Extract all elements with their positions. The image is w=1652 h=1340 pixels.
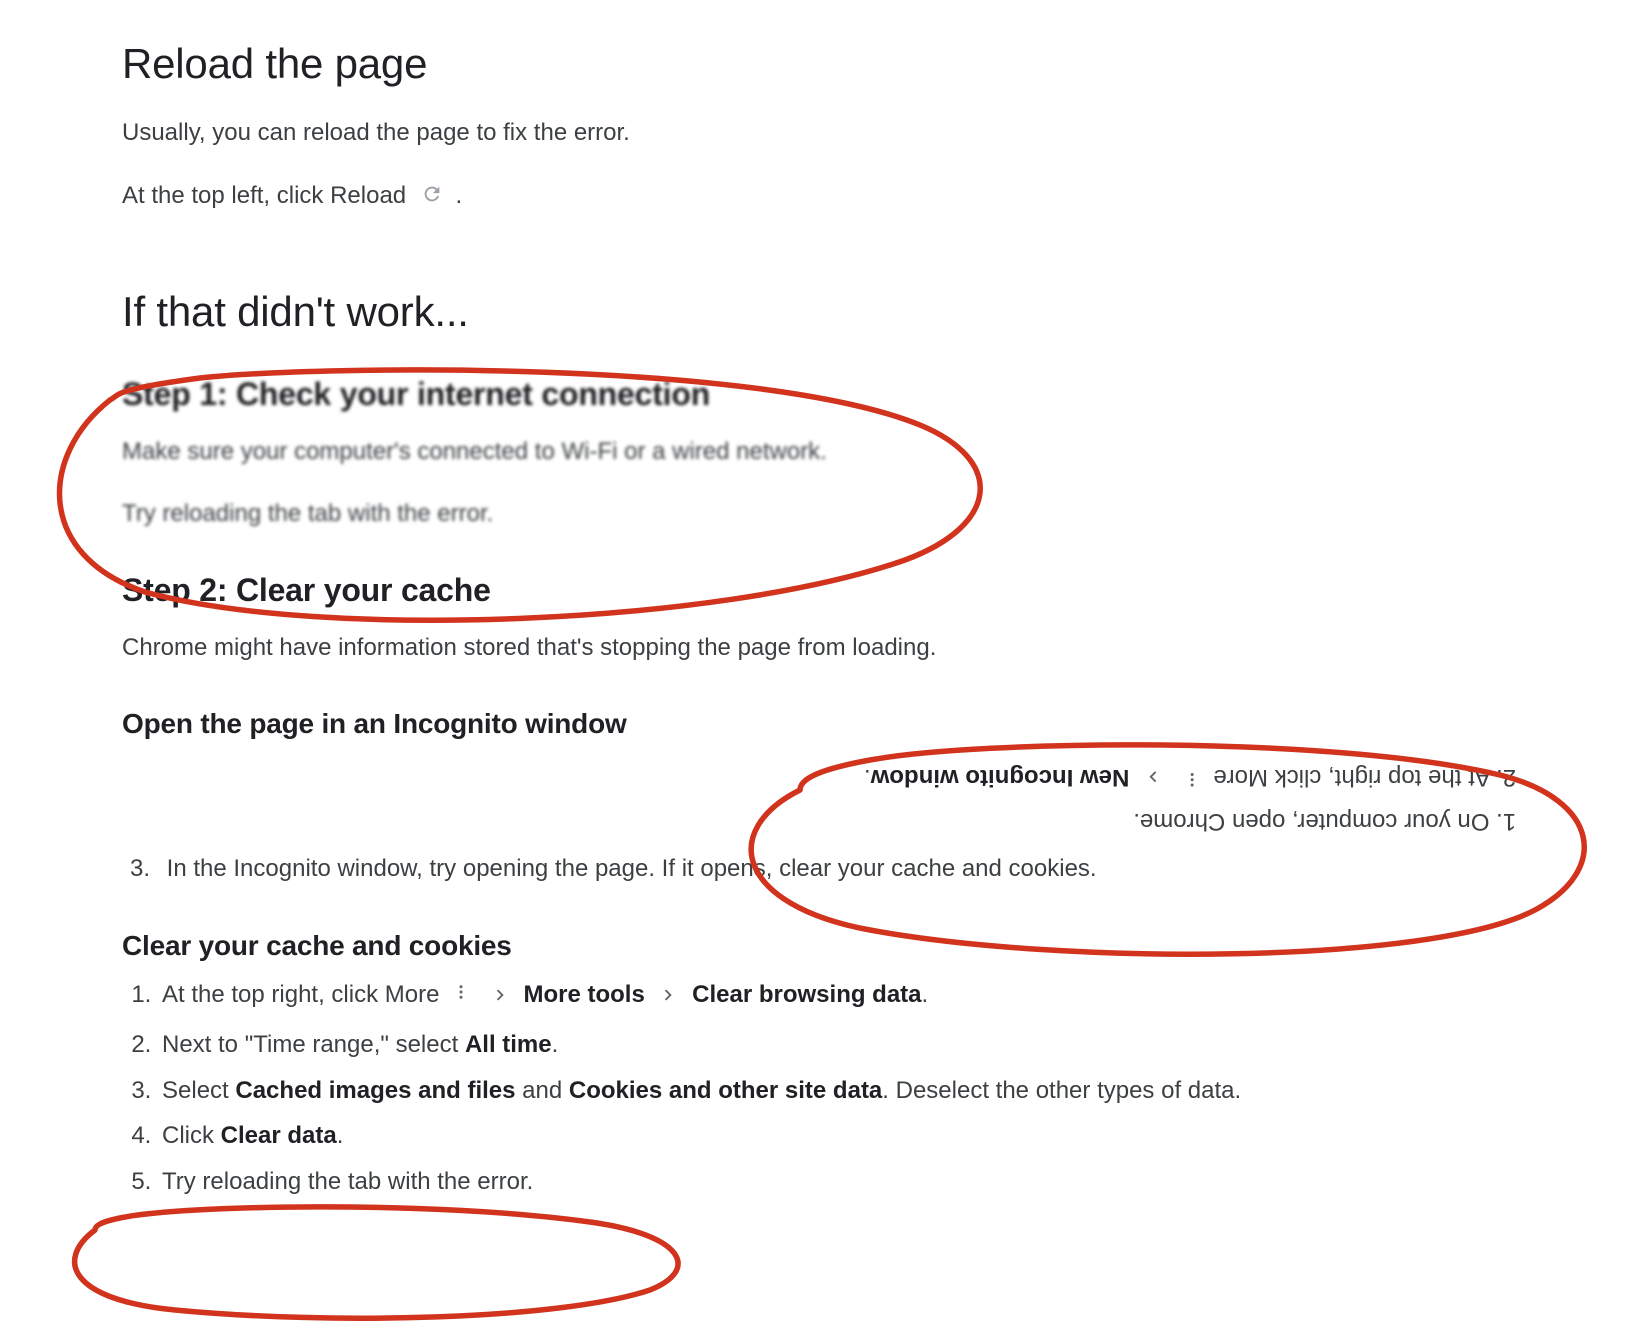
- more-icon: [452, 974, 470, 1020]
- heading-if-that-didnt-work: If that didn't work...: [122, 288, 1552, 336]
- incognito-li3-text: In the Incognito window, try opening the…: [167, 855, 1097, 882]
- subheading-incognito: Open the page in an Incognito window: [122, 708, 1552, 740]
- incognito-li3: 3. In the Incognito window, try opening …: [122, 850, 1552, 888]
- clear-li3b: Cached images and files: [235, 1077, 515, 1104]
- incognito-steps-flipped: 1. On your computer, open Chrome. 2. At …: [122, 750, 1552, 840]
- ordinal-3: 3.: [122, 850, 150, 888]
- clear-li4a: Click: [162, 1122, 221, 1149]
- clear-li2a: Next to "Time range," select: [162, 1031, 465, 1058]
- paragraph-step1-line1: Make sure your computer's connected to W…: [122, 435, 1552, 470]
- clear-li3d: Cookies and other site data: [569, 1077, 882, 1104]
- incognito-li2: 2. At the top right, click More New Inco…: [864, 750, 1516, 798]
- clear-li3: Select Cached images and files and Cooki…: [158, 1068, 1552, 1114]
- chevron-right-icon: [657, 976, 679, 1022]
- step2-block: Step 2: Clear your cache Chrome might ha…: [122, 572, 1552, 1204]
- paragraph-step1-line2: Try reloading the tab with the error.: [122, 497, 1552, 532]
- clear-li1a: At the top right, click More: [162, 981, 446, 1008]
- clear-li3c: and: [515, 1077, 568, 1104]
- text-period: .: [455, 182, 462, 209]
- subheading-clear-cache: Clear your cache and cookies: [122, 930, 1552, 962]
- incognito-li2c: .: [864, 763, 871, 790]
- incognito-li2a: At the top right, click More: [1207, 763, 1491, 790]
- heading-step1: Step 1: Check your internet connection: [122, 376, 1552, 413]
- chevron-right-icon: [1142, 750, 1164, 794]
- step1-block: Step 1: Check your internet connection M…: [122, 376, 1552, 533]
- incognito-li1: 1. On your computer, open Chrome.: [864, 798, 1516, 842]
- paragraph-reload-description: Usually, you can reload the page to fix …: [122, 116, 1552, 151]
- chevron-right-icon: [489, 976, 511, 1022]
- paragraph-reload-instruction: At the top left, click Reload .: [122, 179, 1552, 216]
- clear-li2: Next to "Time range," select All time.: [158, 1022, 1552, 1068]
- incognito-li1-text: On your computer, open Chrome.: [1133, 808, 1489, 835]
- clear-li1: At the top right, click More More tools …: [158, 972, 1552, 1022]
- clear-li1c: Clear browsing data: [692, 981, 921, 1008]
- clear-li2b: All time: [465, 1031, 552, 1058]
- clear-li4b: Clear data: [221, 1122, 337, 1149]
- incognito-flipped-text: 1. On your computer, open Chrome. 2. At …: [864, 750, 1516, 843]
- clear-li1b: More tools: [523, 981, 644, 1008]
- clear-li3a: Select: [162, 1077, 235, 1104]
- heading-reload-the-page: Reload the page: [122, 40, 1552, 88]
- ordinal-2: 2.: [1496, 763, 1516, 790]
- clear-li3e: . Deselect the other types of data.: [882, 1077, 1241, 1104]
- clear-li2c: .: [552, 1031, 559, 1058]
- clear-cache-steps: At the top right, click More More tools …: [122, 972, 1552, 1204]
- incognito-li2b: New Incognito window: [871, 763, 1130, 790]
- paragraph-step2-line1: Chrome might have information stored tha…: [122, 631, 1552, 666]
- more-icon: [1183, 752, 1201, 796]
- heading-step2: Step 2: Clear your cache: [122, 572, 1552, 609]
- text-click-reload: At the top left, click Reload: [122, 182, 413, 209]
- clear-li5: Try reloading the tab with the error.: [158, 1159, 1552, 1205]
- ordinal-1: 1.: [1496, 808, 1516, 835]
- clear-li4c: .: [337, 1122, 344, 1149]
- clear-li1d: .: [922, 981, 929, 1008]
- clear-li4: Click Clear data.: [158, 1113, 1552, 1159]
- reload-icon: [421, 181, 443, 216]
